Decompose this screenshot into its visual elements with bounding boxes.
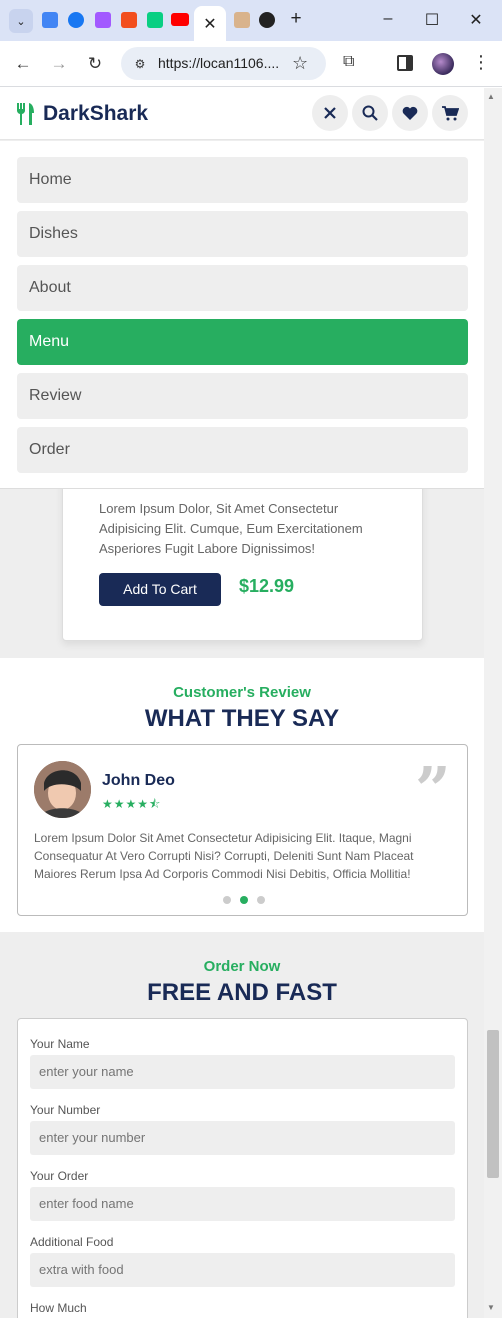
bookmark-star-icon[interactable]: ☆ — [292, 53, 308, 74]
maximize-button[interactable]: ☐ — [422, 10, 442, 30]
search-button[interactable] — [352, 95, 388, 131]
food-input[interactable] — [30, 1187, 455, 1221]
additional-food-label: Additional Food — [30, 1235, 114, 1249]
side-panel-icon[interactable] — [397, 55, 413, 71]
number-input[interactable] — [30, 1121, 455, 1155]
tab-search-button[interactable]: ⌄ — [9, 9, 33, 33]
browser-tab-bar: ⌄ ✕ + – ☐ ✕ — [0, 0, 502, 41]
close-window-button[interactable]: ✕ — [466, 10, 486, 30]
github-tab-icon[interactable] — [259, 12, 275, 28]
image-tab-icon[interactable] — [234, 12, 250, 28]
how-much-label: How Much — [30, 1301, 87, 1315]
dish-card: Lorem Ipsum Dolor, Sit Amet Consectetur … — [62, 468, 423, 641]
site-header: DarkShark — [0, 88, 484, 140]
scroll-down-arrow[interactable]: ▼ — [487, 1303, 495, 1312]
figma-tab-icon[interactable] — [95, 12, 111, 28]
name-input[interactable] — [30, 1055, 455, 1089]
nav-item-dishes[interactable]: Dishes — [17, 211, 468, 257]
utensils-icon — [17, 103, 34, 125]
facebook-tab-icon[interactable] — [68, 12, 84, 28]
url-text: https://locan1106.... — [158, 55, 280, 71]
page-content: Lorem Ipsum Dolor, Sit Amet Consectetur … — [0, 88, 484, 1318]
quote-icon: ” — [415, 753, 451, 826]
nav-item-review[interactable]: Review — [17, 373, 468, 419]
figma-tab-icon[interactable] — [121, 12, 137, 28]
order-form: Your Name Your Number Your Order Additio… — [17, 1018, 468, 1318]
slider-dot[interactable] — [223, 896, 231, 904]
google-translate-tab-icon[interactable] — [42, 12, 58, 28]
review-section: Customer's Review WHAT THEY SAY John Deo… — [0, 658, 484, 932]
forward-icon[interactable]: → — [48, 53, 70, 75]
scroll-up-arrow[interactable]: ▲ — [487, 92, 495, 101]
new-tab-button[interactable]: + — [286, 8, 306, 30]
nav-menu: Home Dishes About Menu Review Order — [0, 141, 484, 489]
dish-description: Lorem Ipsum Dolor, Sit Amet Consectetur … — [99, 501, 363, 556]
review-card: John Deo ★★★★⯪ ” Lorem Ipsum Dolor Sit A… — [17, 744, 468, 916]
active-tab-close-icon[interactable]: ✕ — [194, 6, 226, 41]
additional-food-input[interactable] — [30, 1253, 455, 1287]
order-label: Your Order — [30, 1169, 89, 1183]
nav-item-about[interactable]: About — [17, 265, 468, 311]
back-icon[interactable]: ← — [12, 53, 34, 75]
figma-tab-icon[interactable] — [147, 12, 163, 28]
cart-icon — [441, 105, 459, 120]
slider-dot-active[interactable] — [240, 896, 248, 904]
close-menu-button[interactable] — [312, 95, 348, 131]
nav-item-menu[interactable]: Menu — [17, 319, 468, 365]
profile-avatar[interactable] — [432, 53, 454, 75]
nav-item-home[interactable]: Home — [17, 157, 468, 203]
search-icon — [362, 105, 378, 121]
add-to-cart-button[interactable]: Add To Cart — [99, 573, 221, 606]
review-title: WHAT THEY SAY — [144, 705, 340, 732]
minimize-button[interactable]: – — [378, 10, 398, 28]
youtube-tab-icon[interactable] — [171, 13, 189, 26]
close-icon — [324, 107, 336, 119]
heart-icon — [402, 106, 418, 120]
number-label: Your Number — [30, 1103, 101, 1117]
reviewer-name: John Deo — [102, 772, 175, 789]
reviewer-avatar — [34, 761, 91, 818]
order-subtitle: Order Now — [203, 958, 281, 975]
rating-stars-icon: ★★★★⯪ — [102, 797, 162, 811]
wishlist-button[interactable] — [392, 95, 428, 131]
review-text: Lorem Ipsum Dolor Sit Amet Consectetur A… — [34, 831, 414, 881]
scrollbar-thumb[interactable] — [487, 1030, 499, 1178]
slider-dot[interactable] — [257, 896, 265, 904]
name-label: Your Name — [30, 1037, 90, 1051]
more-menu-icon[interactable]: ⋮ — [472, 52, 490, 73]
site-logo[interactable]: DarkShark — [43, 102, 148, 126]
site-settings-icon[interactable]: ⚙ — [131, 55, 149, 73]
nav-item-order[interactable]: Order — [17, 427, 468, 473]
extensions-icon[interactable]: ⧉ — [343, 53, 354, 71]
review-subtitle: Customer's Review — [173, 684, 311, 701]
dish-price: $12.99 — [239, 576, 295, 596]
cart-button[interactable] — [432, 95, 468, 131]
reload-icon[interactable]: ↻ — [84, 53, 106, 75]
order-title: FREE AND FAST — [147, 979, 337, 1006]
slider-pagination — [223, 895, 273, 905]
